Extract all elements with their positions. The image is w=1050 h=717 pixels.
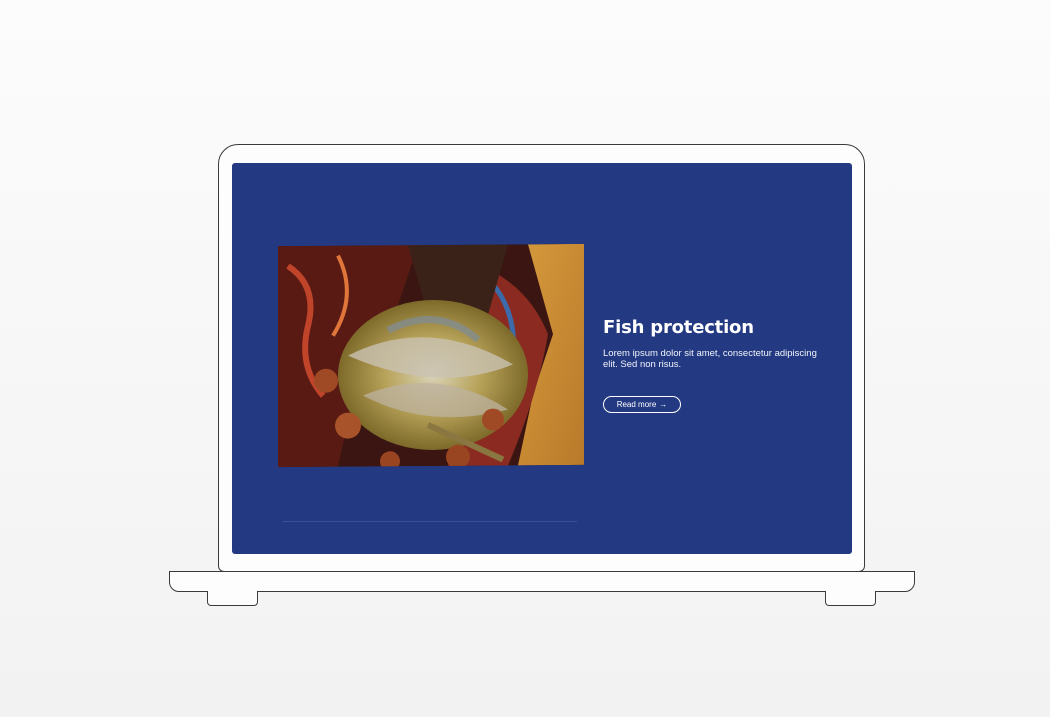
- read-more-label: Read more: [616, 400, 657, 409]
- arrow-right-icon: →: [659, 400, 668, 409]
- content-block: Fish protection Lorem ipsum dolor sit am…: [603, 317, 823, 413]
- page-title: Fish protection: [603, 317, 754, 338]
- laptop-foot-right: [825, 591, 876, 606]
- laptop-base: [169, 571, 915, 592]
- laptop-screen: Fish protection Lorem ipsum dolor sit am…: [232, 163, 852, 554]
- description-text: Lorem ipsum dolor sit amet, consectetur …: [603, 348, 817, 370]
- read-more-button[interactable]: Read more →: [603, 396, 681, 413]
- divider: [283, 521, 577, 522]
- laptop-foot-left: [207, 591, 258, 606]
- fish-photo: [278, 243, 584, 468]
